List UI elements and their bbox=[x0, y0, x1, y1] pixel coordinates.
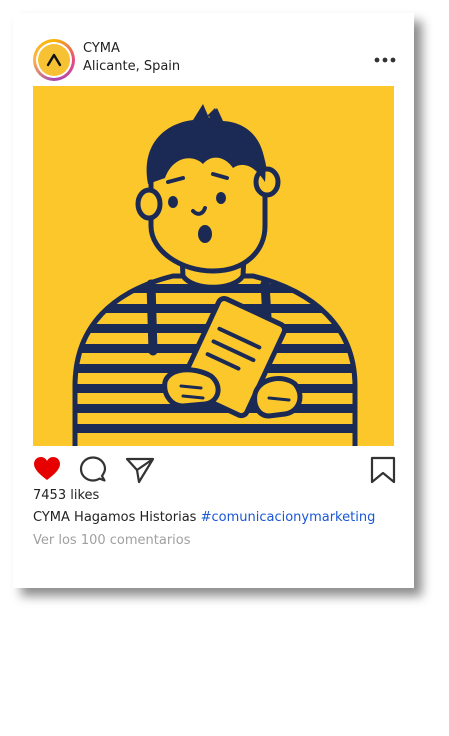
bookmark-icon[interactable] bbox=[370, 456, 396, 484]
post-actions bbox=[33, 456, 396, 486]
caption-text: Hagamos Historias bbox=[74, 510, 197, 525]
boy-with-notebook-illustration bbox=[33, 86, 394, 446]
post-header: CYMA Alicante, Spain bbox=[33, 39, 396, 81]
view-comments-link[interactable]: Ver los 100 comentarios bbox=[33, 533, 191, 548]
send-icon[interactable] bbox=[125, 456, 155, 484]
more-icon[interactable] bbox=[374, 51, 396, 69]
caption-username[interactable]: CYMA bbox=[33, 510, 70, 525]
post-image[interactable] bbox=[33, 86, 394, 446]
post-caption: CYMA Hagamos Historias #comunicacionymar… bbox=[33, 510, 375, 525]
caption-hashtag[interactable]: #comunicacionymarketing bbox=[201, 510, 376, 525]
username[interactable]: CYMA bbox=[83, 41, 120, 56]
cyma-logo bbox=[46, 53, 62, 67]
heart-icon[interactable] bbox=[33, 456, 61, 482]
likes-count[interactable]: 7453 likes bbox=[33, 488, 99, 503]
location[interactable]: Alicante, Spain bbox=[83, 59, 180, 74]
comment-icon[interactable] bbox=[79, 456, 107, 484]
profile-avatar[interactable] bbox=[33, 39, 75, 81]
instagram-post-card: CYMA Alicante, Spain 7453 likes CYMA Hag… bbox=[13, 13, 414, 588]
